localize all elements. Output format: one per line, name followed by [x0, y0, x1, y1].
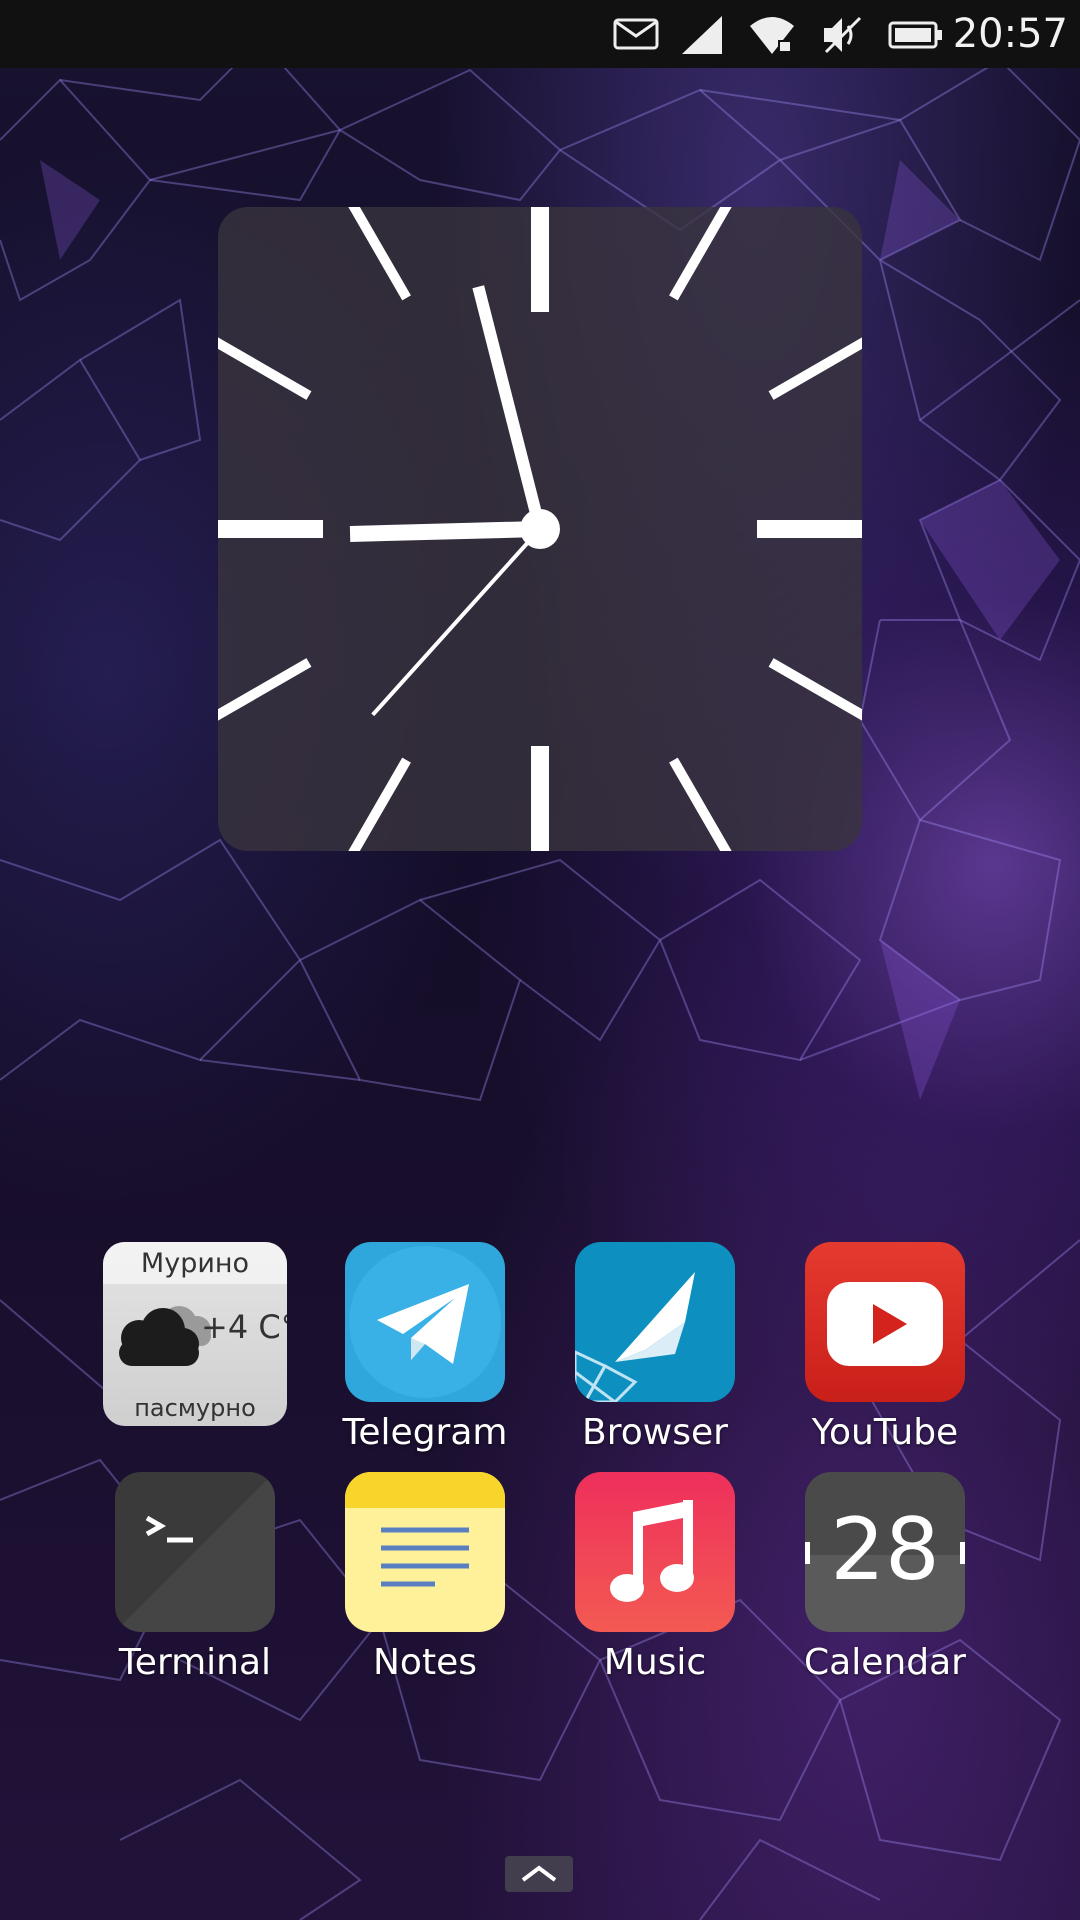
- app-drawer-handle[interactable]: [505, 1856, 573, 1892]
- terminal-icon[interactable]: [115, 1472, 275, 1632]
- telegram-icon[interactable]: [345, 1242, 505, 1402]
- wifi-locked-icon[interactable]: [748, 14, 796, 60]
- clock-hour-marker: [768, 658, 862, 721]
- clock-hour-marker: [669, 757, 732, 851]
- app-browser[interactable]: Browser: [540, 1242, 770, 1462]
- cellular-signal-icon: [680, 14, 724, 60]
- weather-temperature: +4 C°: [201, 1308, 287, 1346]
- weather-condition: пасмурно: [134, 1394, 256, 1422]
- hour-hand: [349, 521, 541, 542]
- weather-city: Мурино: [103, 1242, 287, 1284]
- analog-clock-widget[interactable]: [218, 207, 862, 851]
- second-hand: [371, 527, 542, 717]
- app-music[interactable]: Music: [540, 1472, 770, 1692]
- app-label-browser: Browser: [582, 1412, 728, 1453]
- app-notes[interactable]: Notes: [310, 1472, 540, 1692]
- weather-widget[interactable]: Мурино +4 C° пасмурно: [103, 1242, 287, 1426]
- chevron-up-icon: [505, 1856, 573, 1896]
- app-terminal[interactable]: Terminal: [80, 1472, 310, 1692]
- app-label-telegram: Telegram: [342, 1412, 508, 1453]
- browser-icon[interactable]: [575, 1242, 735, 1402]
- clock-hour-marker: [348, 757, 411, 851]
- app-label-notes: Notes: [373, 1642, 477, 1683]
- calendar-day-number: 28: [830, 1500, 940, 1600]
- mail-icon[interactable]: [612, 14, 660, 58]
- youtube-icon[interactable]: [805, 1242, 965, 1402]
- status-bar: 20:57: [0, 0, 1080, 68]
- app-youtube[interactable]: YouTube: [770, 1242, 1000, 1462]
- music-icon[interactable]: [575, 1472, 735, 1632]
- status-time[interactable]: 20:57: [953, 8, 1068, 60]
- app-label-youtube: YouTube: [811, 1412, 959, 1453]
- clock-hour-marker: [218, 337, 312, 400]
- clock-hour-marker: [768, 337, 862, 400]
- clock-hour-marker: [348, 207, 411, 301]
- app-label-calendar: Calendar: [804, 1642, 966, 1683]
- minute-hand: [472, 285, 546, 531]
- battery-icon[interactable]: [888, 14, 944, 60]
- clock-hour-marker: [669, 207, 732, 301]
- clock-face: [218, 207, 862, 851]
- clock-hour-marker: [218, 658, 312, 721]
- clock-center-pin: [520, 509, 560, 549]
- volume-muted-icon[interactable]: [820, 14, 864, 60]
- app-label-terminal: Terminal: [118, 1642, 272, 1683]
- calendar-icon[interactable]: 28: [805, 1472, 965, 1632]
- app-telegram[interactable]: Telegram: [310, 1242, 540, 1462]
- app-label-music: Music: [603, 1642, 707, 1683]
- app-calendar[interactable]: 28 Calendar: [770, 1472, 1000, 1692]
- notes-icon[interactable]: [345, 1472, 505, 1632]
